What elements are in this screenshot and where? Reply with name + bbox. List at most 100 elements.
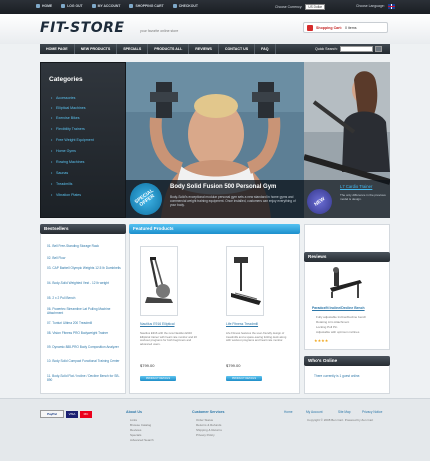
bestseller-item[interactable]: 11. Body-Solid Flat / Incline / Decline … bbox=[47, 374, 121, 382]
mastercard-icon: MC bbox=[80, 411, 92, 418]
categories-title: Categories bbox=[49, 76, 83, 83]
hero-side-title[interactable]: L7 Cardio Trainer bbox=[340, 184, 372, 189]
footer-service-link[interactable]: Privacy Policy bbox=[196, 433, 215, 437]
nav-contact[interactable]: CONTACT US bbox=[219, 44, 256, 54]
top-links: HOME LOG OUT MY ACCOUNT SHOPPING CART CH… bbox=[36, 4, 198, 8]
nav-products-all[interactable]: PRODUCTS ALL bbox=[148, 44, 190, 54]
rating-stars-icon: ★★★★ bbox=[314, 338, 329, 343]
cart-icon bbox=[129, 4, 134, 8]
bestseller-item[interactable]: 05. 2 x 2 Pull Bench bbox=[47, 296, 121, 300]
treadmill-icon bbox=[231, 257, 261, 305]
category-item[interactable]: Saunas bbox=[51, 171, 68, 175]
footer-service-link[interactable]: Order Status bbox=[196, 418, 213, 422]
bestseller-item[interactable]: 06. Powertec Streamline Lat Pulling Mach… bbox=[47, 307, 121, 315]
logout-icon bbox=[61, 4, 66, 8]
review-bullet: Fully adjustable Incline/Decline bench bbox=[316, 315, 367, 319]
bestseller-item[interactable]: 02. Bell Flow bbox=[47, 256, 121, 260]
product-price: $799.00 bbox=[140, 363, 155, 368]
nav-specials[interactable]: SPECIALS bbox=[117, 44, 149, 54]
cart-value: 0 items bbox=[344, 25, 357, 30]
shopping-cart-box[interactable]: Shopping Cart: 0 items bbox=[303, 22, 388, 33]
review-bullet: Rotating Arm Attachment bbox=[316, 320, 350, 324]
footer-service-link[interactable]: Returns & Refunds bbox=[196, 423, 221, 427]
category-item[interactable]: Rowing Machines bbox=[51, 160, 84, 164]
bench-icon bbox=[330, 267, 362, 298]
bestseller-item[interactable]: 09. Dynamic 888-PRO Body Composition Ana… bbox=[47, 345, 121, 349]
online-title: Who's Online bbox=[304, 356, 390, 366]
copyright: Copyright © 2008 Ben Cart. Powered by Ze… bbox=[307, 418, 374, 422]
footer-link-privacy[interactable]: Privacy Notice bbox=[362, 410, 382, 414]
footer-about-link[interactable]: Reviews bbox=[130, 428, 141, 432]
review-bullet: Locking Pull Pin bbox=[316, 325, 338, 329]
hero-side-description: The only difference in the previous mode… bbox=[340, 193, 386, 201]
elliptical-icon bbox=[145, 257, 173, 303]
category-item[interactable]: Treadmills bbox=[51, 182, 73, 186]
top-link-home[interactable]: HOME bbox=[36, 4, 52, 8]
online-text[interactable]: There currently is 1 guest online. bbox=[314, 374, 360, 378]
bestseller-item[interactable]: 10. Body Solid Compact Functional Traini… bbox=[47, 359, 121, 363]
bestsellers-title: Bestsellers bbox=[40, 224, 126, 234]
review-product-image[interactable] bbox=[320, 266, 370, 300]
bestseller-item[interactable]: 04. Body-Solid Weighted Vest - 12 lb wei… bbox=[47, 281, 121, 285]
category-item[interactable]: Exercise Bikes bbox=[51, 116, 79, 120]
hero-title[interactable]: Body Solid Fusion 500 Personal Gym bbox=[170, 184, 276, 190]
footer-about-link[interactable]: Advanced Search bbox=[130, 438, 154, 442]
footer-link-sitemap[interactable]: Site Map bbox=[338, 410, 351, 414]
nav-faq[interactable]: FAQ bbox=[255, 44, 276, 54]
footer-about-link[interactable]: Specials bbox=[130, 433, 141, 437]
bestseller-item[interactable]: 08. Vision Fitness PRO Bodyweight Traine… bbox=[47, 331, 121, 335]
currency-label: Choose Currency: bbox=[275, 4, 303, 9]
top-link-account[interactable]: MY ACCOUNT bbox=[91, 4, 120, 8]
account-icon bbox=[91, 4, 96, 8]
footer-link-account[interactable]: My Account bbox=[306, 410, 322, 414]
logo[interactable]: FIT-STORE bbox=[40, 20, 124, 36]
bestseller-item[interactable]: 07. Tunturi Ultima 200 Treadmill bbox=[47, 321, 121, 325]
quick-search: Quick Search: bbox=[315, 46, 382, 52]
footer-about-link[interactable]: Browse Catalog bbox=[130, 423, 151, 427]
top-link-logout[interactable]: LOG OUT bbox=[61, 4, 83, 8]
footer-about-title: About Us bbox=[126, 410, 142, 414]
nav-new-products[interactable]: NEW PRODUCTS bbox=[75, 44, 118, 54]
hero-description: Body-Solid's exceptional modular persona… bbox=[170, 195, 296, 208]
language-selector: Choose Language: bbox=[356, 3, 395, 9]
shopping-cart-icon bbox=[307, 24, 313, 31]
product-details-button[interactable]: PRODUCT DETAILS bbox=[226, 376, 262, 381]
featured-title: Featured Products bbox=[129, 224, 300, 234]
bestseller-item[interactable]: 01. Bell Free-Standing Storage Rack bbox=[47, 244, 121, 248]
language-label: Choose Language: bbox=[356, 4, 385, 8]
category-item[interactable]: Vibration Plates bbox=[51, 193, 81, 197]
product-name[interactable]: Life Fitness Treadmill bbox=[226, 322, 258, 326]
footer-about-link[interactable]: Links bbox=[130, 418, 137, 422]
product-description: Life Fitness features the user-friendly … bbox=[226, 331, 287, 343]
category-item[interactable]: Flexibility Trainers bbox=[51, 127, 85, 131]
top-link-checkout[interactable]: CHECKOUT bbox=[172, 4, 198, 8]
currency-select[interactable]: US Dollar bbox=[305, 3, 325, 10]
review-bullet: Adjustable with optimum inclines bbox=[316, 330, 360, 334]
product-image-elliptical[interactable] bbox=[140, 246, 178, 316]
bestseller-item[interactable]: 03. CAP Barbell Olympic Weights 12.5 lb … bbox=[47, 266, 121, 270]
footer-service-link[interactable]: Shipping & Returns bbox=[196, 428, 222, 432]
reviews-title: Reviews bbox=[304, 252, 390, 262]
checkout-icon bbox=[172, 4, 177, 8]
category-item[interactable]: Free Weight Equipment bbox=[51, 138, 94, 142]
search-input[interactable] bbox=[339, 46, 373, 52]
paypal-icon: PayPal bbox=[40, 410, 64, 418]
top-link-cart[interactable]: SHOPPING CART bbox=[129, 4, 164, 8]
tagline: your favorite online store bbox=[140, 29, 179, 33]
search-button[interactable] bbox=[374, 46, 382, 52]
category-item[interactable]: Elliptical Machines bbox=[51, 106, 85, 110]
currency-selector: Choose Currency: US Dollar bbox=[275, 3, 325, 10]
category-item[interactable]: Accessories bbox=[51, 96, 75, 100]
product-description: Nautilus E916 with the new Nautilus E916… bbox=[140, 331, 197, 347]
review-product-name[interactable]: Paradoxfit Incline/Decline Bench bbox=[312, 306, 365, 310]
nav-home[interactable]: HOME PAGE bbox=[40, 44, 75, 54]
product-name[interactable]: Nautilus E916 Elliptical bbox=[140, 322, 175, 326]
product-details-button[interactable]: PRODUCT DETAILS bbox=[140, 376, 176, 381]
product-image-treadmill[interactable] bbox=[226, 246, 264, 316]
nav-reviews[interactable]: REVIEWS bbox=[189, 44, 219, 54]
product-price: $799.00 bbox=[226, 363, 241, 368]
footer-link-home[interactable]: Home bbox=[284, 410, 293, 414]
category-item[interactable]: Home Gyms bbox=[51, 149, 76, 153]
uk-flag-icon[interactable] bbox=[387, 3, 395, 9]
search-label: Quick Search: bbox=[315, 47, 338, 51]
